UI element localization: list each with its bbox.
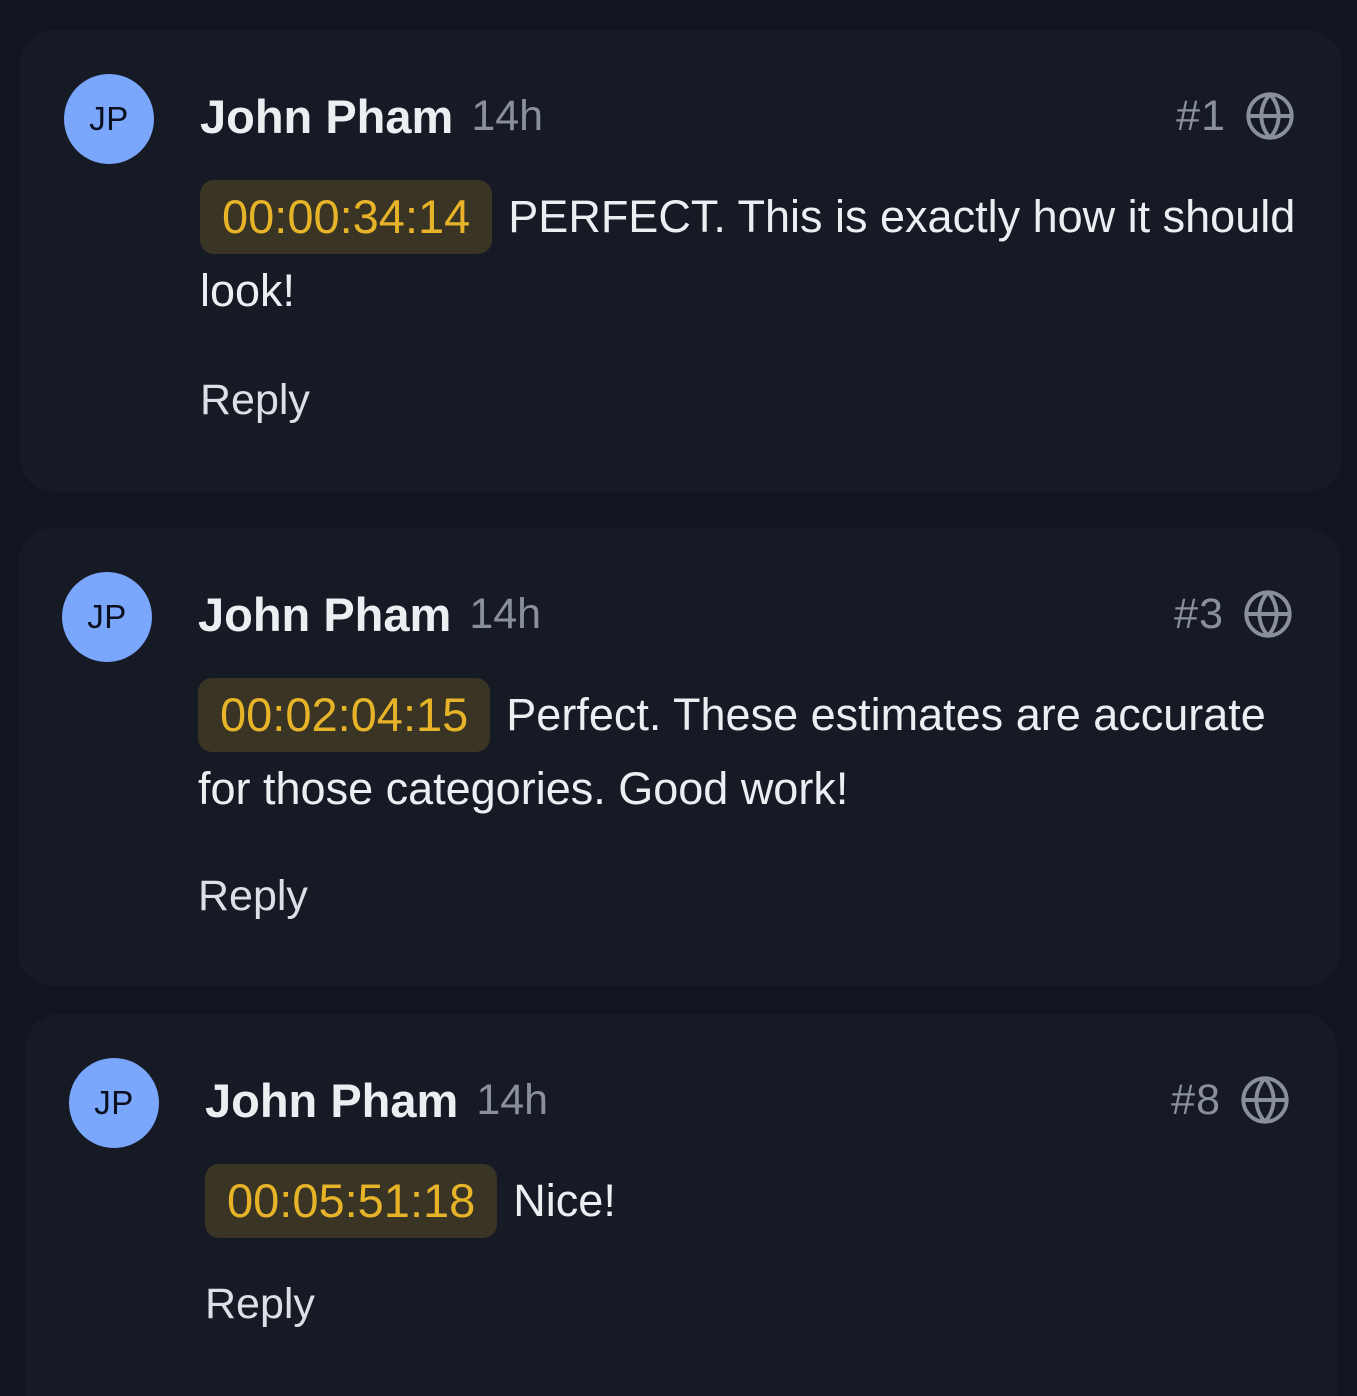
comment-number: #8 [1171, 1075, 1221, 1124]
reply-button[interactable]: Reply [200, 376, 310, 425]
comment-body: 00:02:04:15 Perfect. These estimates are … [198, 678, 1294, 826]
comment-card: JP John Pham 14h #8 00:05:51:18 Nice! Rep… [25, 1014, 1337, 1396]
comment-card: JP John Pham 14h #3 00:02:04:15 Perfect. … [18, 528, 1340, 986]
comment-text: Nice! [513, 1175, 616, 1226]
comment-time: 14h [476, 1075, 549, 1124]
avatar[interactable]: JP [62, 572, 152, 662]
comment-list: JP John Pham 14h #1 00:00:34:14 PERFECT. … [0, 0, 1357, 1396]
comment-header: John Pham 14h [198, 584, 541, 644]
comment-time: 14h [471, 91, 544, 140]
comment-author[interactable]: John Pham [205, 1073, 458, 1128]
reply-button[interactable]: Reply [205, 1280, 315, 1329]
timecode-badge[interactable]: 00:02:04:15 [198, 678, 491, 752]
avatar[interactable]: JP [69, 1058, 159, 1148]
globe-icon[interactable] [1244, 90, 1296, 142]
comment-number: #1 [1176, 91, 1226, 140]
timecode-badge[interactable]: 00:05:51:18 [205, 1164, 498, 1238]
comment-meta: #3 [1174, 584, 1294, 644]
reply-button[interactable]: Reply [198, 872, 308, 921]
globe-icon[interactable] [1242, 588, 1294, 640]
comment-header: John Pham 14h [200, 86, 543, 146]
comment-body: 00:05:51:18 Nice! [205, 1164, 1291, 1238]
comment-author[interactable]: John Pham [198, 587, 451, 642]
comment-card: JP John Pham 14h #1 00:00:34:14 PERFECT. … [20, 30, 1342, 492]
avatar[interactable]: JP [64, 74, 154, 164]
comment-author[interactable]: John Pham [200, 89, 453, 144]
comment-body: 00:00:34:14 PERFECT. This is exactly how … [200, 180, 1296, 328]
comment-header: John Pham 14h [205, 1070, 548, 1130]
comment-meta: #1 [1176, 86, 1296, 146]
comment-number: #3 [1174, 589, 1224, 638]
timecode-badge[interactable]: 00:00:34:14 [200, 180, 493, 254]
globe-icon[interactable] [1239, 1074, 1291, 1126]
comment-meta: #8 [1171, 1070, 1291, 1130]
comment-time: 14h [469, 589, 542, 638]
